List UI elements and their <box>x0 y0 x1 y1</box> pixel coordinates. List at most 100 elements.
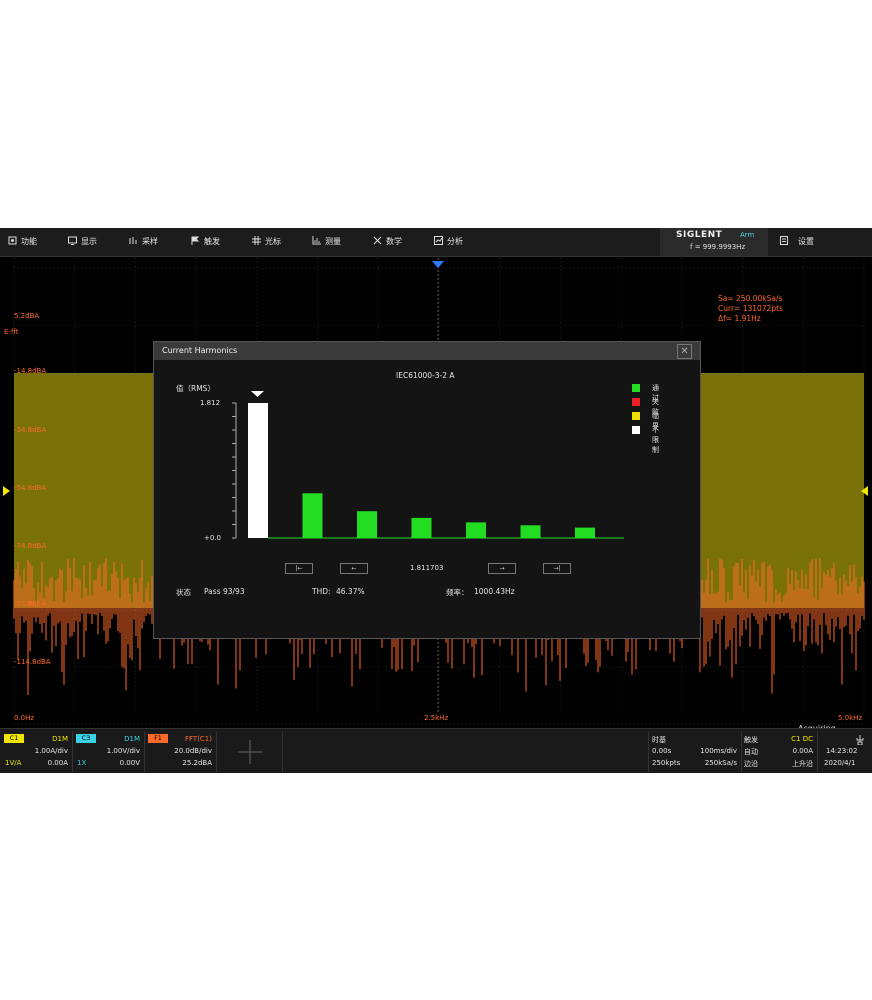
function-icon <box>8 229 17 245</box>
next-harmonic-button[interactable]: → <box>488 563 516 574</box>
menu-item-trigger[interactable]: 触发 <box>191 228 220 256</box>
menu-item-display[interactable]: 显示 <box>68 228 97 256</box>
settings-icon <box>780 229 788 245</box>
status-label: 状态 <box>176 588 191 597</box>
acquire-icon <box>129 229 138 244</box>
harmonic-bar <box>575 527 595 538</box>
channel-c3-panel[interactable]: C3 D1M 1.00V/div 1X 0.00V <box>74 732 145 772</box>
menu-item-analysis[interactable]: 分析 <box>434 228 463 256</box>
channel-coupling: FFT(C1) <box>184 735 212 743</box>
add-channel-button[interactable] <box>218 732 283 772</box>
menu-label: 显示 <box>81 237 97 246</box>
menu-label: 功能 <box>21 237 37 246</box>
trigger-type: 边沿 <box>744 760 758 768</box>
thd-label: THD: <box>312 587 331 596</box>
menu-label: 测量 <box>325 237 341 246</box>
y-axis-label: -34.8dBA <box>14 426 47 434</box>
timebase-label: 时基 <box>652 736 666 744</box>
legend-swatch <box>632 398 640 406</box>
channel-probe: 1X <box>77 759 87 767</box>
trigger-panel[interactable]: 触发 C1 DC 自动 0.00A 边沿 上升沿 <box>741 732 818 772</box>
harmonic-bar <box>302 493 323 538</box>
timebase-panel[interactable]: 时基 0.00s 100ms/div 250kpts 250kSa/s <box>648 732 742 772</box>
trigger-source: C1 DC <box>791 735 813 743</box>
prev-harmonic-button[interactable]: ← <box>340 563 368 574</box>
channel-f1-panel[interactable]: F1 FFT(C1) 20.0dB/div 25.2dBA <box>146 732 217 772</box>
legend-label: 不限制 <box>652 426 659 454</box>
add-icon <box>238 740 262 764</box>
timebase-delay: 0.00s <box>652 747 672 755</box>
timebase-scale: 100ms/div <box>700 747 737 755</box>
harmonic-bar <box>248 403 268 538</box>
sample-rate-readout: 250kSa/s <box>704 759 737 767</box>
channel-probe: 1V/A <box>5 759 22 767</box>
y-axis-label: -54.8dBA <box>14 484 47 492</box>
brand-panel: SIGLENT Arm f = 999.9993Hz <box>660 228 768 256</box>
channel-c1-panel[interactable]: C1 D1M 1.00A/div 1V/A 0.00A <box>2 732 73 772</box>
x-axis-center-label: 2.5kHz <box>424 714 449 722</box>
sample-rate: Sa= 250.00kSa/s <box>718 294 783 303</box>
harmonic-bar <box>411 517 432 538</box>
brand-logo: SIGLENT <box>676 230 723 240</box>
harmonic-bar <box>466 522 486 538</box>
channel-offset: 0.00V <box>119 759 140 767</box>
record-length: Curr= 131072pts <box>718 304 783 313</box>
fft-mode-label: E-fft <box>4 328 19 336</box>
measure-icon <box>312 229 321 245</box>
legend-swatch <box>632 426 640 434</box>
menu-item-cursor[interactable]: 光标 <box>252 228 281 256</box>
top-menu-bar: 功能 显示 采样 触发 光标 测量 数学 分析 SIGLENT Arm f = … <box>0 228 872 257</box>
menu-label: 采样 <box>142 237 158 246</box>
clock-time: 14:23:02 <box>826 747 858 755</box>
settings-button[interactable]: 设置 <box>780 228 814 256</box>
menu-item-math[interactable]: 数学 <box>373 228 402 256</box>
trigger-flag-icon <box>191 229 200 245</box>
menu-item-function[interactable]: 功能 <box>8 228 37 256</box>
channel-scale: 20.0dB/div <box>174 747 212 755</box>
trigger-position-marker-icon <box>432 261 444 268</box>
menu-item-measure[interactable]: 测量 <box>312 228 341 256</box>
menu-label: 光标 <box>265 237 281 246</box>
bottom-status-bar: C1 D1M 1.00A/div 1V/A 0.00A C3 D1M 1.00V… <box>0 728 872 773</box>
y-axis-label: -114.8dBA <box>14 658 51 666</box>
menu-label: 数学 <box>386 237 402 246</box>
first-harmonic-button[interactable]: |← <box>285 563 313 574</box>
x-axis-end-label: 5.0kHz <box>838 714 863 722</box>
legend-swatch <box>632 412 640 420</box>
harmonic-bar <box>520 525 541 538</box>
frequency-value: 1000.43Hz <box>474 587 515 596</box>
y-axis-label: -14.8dBA <box>14 367 47 375</box>
menu-item-acquire[interactable]: 采样 <box>129 228 158 256</box>
y-axis-ticks <box>232 402 236 539</box>
frequency-label: 频率： <box>446 588 469 597</box>
last-harmonic-button[interactable]: →| <box>543 563 571 574</box>
memory-depth: 250kpts <box>652 759 681 767</box>
channel-scale: 1.00V/div <box>106 747 140 755</box>
trigger-slope: 上升沿 <box>792 760 813 768</box>
harmonic-bar <box>357 511 377 538</box>
usb-icon <box>856 735 864 745</box>
trigger-label: 触发 <box>744 736 758 744</box>
oscilloscope-screen: 功能 显示 采样 触发 光标 测量 数学 分析 SIGLENT Arm f = … <box>0 228 872 773</box>
waveform-area[interactable]: Sa= 250.00kSa/s Curr= 131072pts Δf= 1.91… <box>0 258 872 733</box>
channel-coupling: D1M <box>52 735 68 743</box>
cursor-icon <box>252 229 261 245</box>
c1-offset-marker-icon <box>3 486 10 496</box>
y-axis-label: -94.8dBA <box>14 600 47 608</box>
menu-label: 触发 <box>204 237 220 246</box>
acquisition-info: Sa= 250.00kSa/s Curr= 131072pts Δf= 1.91… <box>718 294 783 324</box>
analysis-icon <box>434 229 443 245</box>
status-value: Pass 93/93 <box>204 587 245 596</box>
math-icon <box>373 229 382 245</box>
clock-date: 2020/4/1 <box>824 759 856 767</box>
trigger-state: Arm <box>740 231 755 239</box>
channel-scale: 1.00A/div <box>34 747 68 755</box>
channel-offset: 25.2dBA <box>182 759 212 767</box>
y-axis-label: -74.8dBA <box>14 542 47 550</box>
y-axis-top-label: 5.2dBA <box>14 312 40 320</box>
harmonic-bars <box>248 403 624 539</box>
menu-label: 分析 <box>447 237 463 246</box>
frequency-resolution: Δf= 1.91Hz <box>718 314 761 323</box>
selected-harmonic-value: 1.811703 <box>410 564 444 572</box>
display-icon <box>68 229 77 245</box>
